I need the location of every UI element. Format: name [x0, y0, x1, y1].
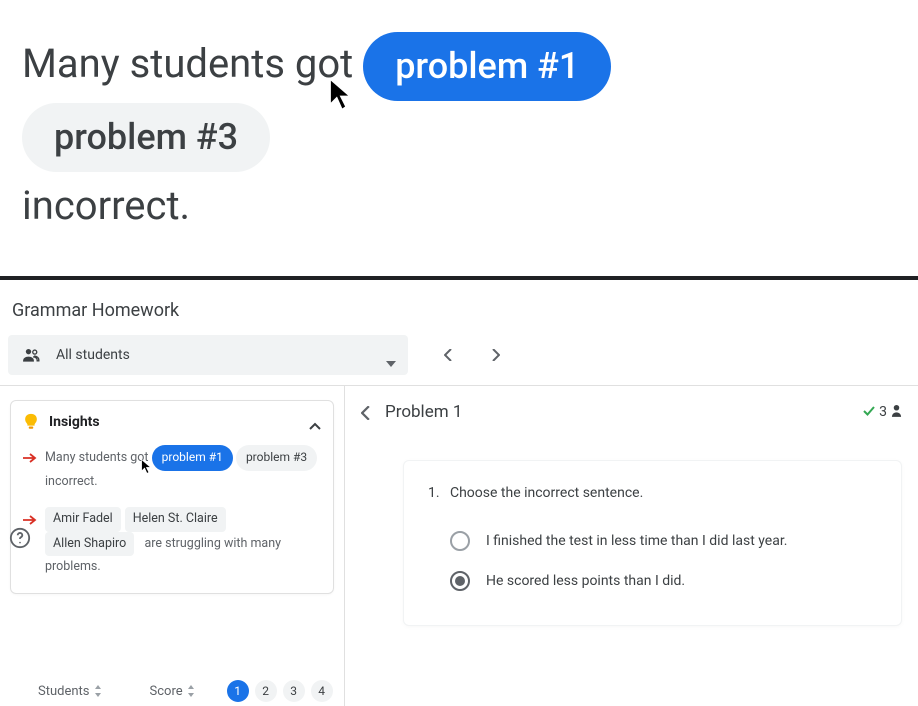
students-dropdown[interactable]: All students — [8, 335, 408, 375]
list-header: Students Score 1234 — [10, 670, 334, 706]
student-chip[interactable]: Allen Shapiro — [45, 532, 134, 557]
hero-text-after: incorrect. — [22, 182, 190, 229]
problem-header: Problem 1 3 — [361, 402, 902, 434]
hero-banner: Many students got problem #1 problem #3 … — [0, 0, 918, 276]
radio-icon — [450, 571, 470, 591]
chevron-up-icon[interactable] — [309, 418, 321, 426]
correct-count: 3 — [863, 404, 902, 421]
problem-title: Problem 1 — [385, 402, 462, 422]
prev-button[interactable] — [436, 343, 460, 367]
hero-pill-problem-1[interactable]: problem #1 — [363, 32, 611, 101]
arrow-right-icon — [23, 449, 37, 472]
question-text: Choose the incorrect sentence. — [450, 485, 643, 501]
question-card: 1. Choose the incorrect sentence. I fini… — [403, 460, 902, 626]
lightbulb-icon — [23, 413, 39, 431]
check-icon — [863, 404, 875, 420]
option-label: He scored less points than I did. — [486, 573, 685, 589]
toolbar: All students — [0, 335, 918, 385]
page-dot-4[interactable]: 4 — [311, 680, 333, 702]
insight-students-text: Amir FadelHelen St. ClaireAllen Shapiro … — [45, 507, 321, 579]
insight-row-students: Amir FadelHelen St. ClaireAllen Shapiro … — [23, 507, 321, 579]
answer-option[interactable]: I finished the test in less time than I … — [428, 521, 877, 561]
insight-text: Many students got — [45, 450, 149, 465]
problem-pagination: 1234 — [227, 680, 333, 702]
people-icon — [20, 345, 42, 365]
insights-panel: Insights Many students got problem #1 pr… — [10, 400, 334, 594]
student-chip[interactable]: Amir Fadel — [45, 507, 121, 532]
page-title: Grammar Homework — [0, 292, 918, 335]
chip-problem-1[interactable]: problem #1 — [152, 445, 233, 471]
hero-text-before: Many students got — [22, 40, 363, 87]
help-button[interactable] — [6, 524, 34, 552]
caret-down-icon — [386, 352, 396, 358]
back-button[interactable] — [361, 405, 371, 419]
page-dot-3[interactable]: 3 — [283, 680, 305, 702]
option-label: I finished the test in less time than I … — [486, 533, 787, 549]
student-chip[interactable]: Helen St. Claire — [125, 507, 226, 532]
sort-students[interactable]: Students — [38, 684, 102, 699]
students-dropdown-label: All students — [56, 347, 130, 363]
question-number: 1. — [428, 485, 440, 501]
page-dot-2[interactable]: 2 — [255, 680, 277, 702]
sort-score[interactable]: Score — [150, 684, 195, 699]
insight-text-suffix: incorrect. — [45, 474, 98, 489]
page-dot-1[interactable]: 1 — [227, 680, 249, 702]
person-icon — [891, 404, 902, 421]
next-button[interactable] — [484, 343, 508, 367]
insight-row-problems: Many students got problem #1 problem #3 … — [23, 445, 321, 493]
chip-problem-3[interactable]: problem #3 — [236, 445, 317, 471]
radio-icon — [450, 531, 470, 551]
answer-option[interactable]: He scored less points than I did. — [428, 561, 877, 601]
insights-heading: Insights — [49, 414, 100, 430]
hero-pill-problem-3[interactable]: problem #3 — [22, 103, 270, 172]
